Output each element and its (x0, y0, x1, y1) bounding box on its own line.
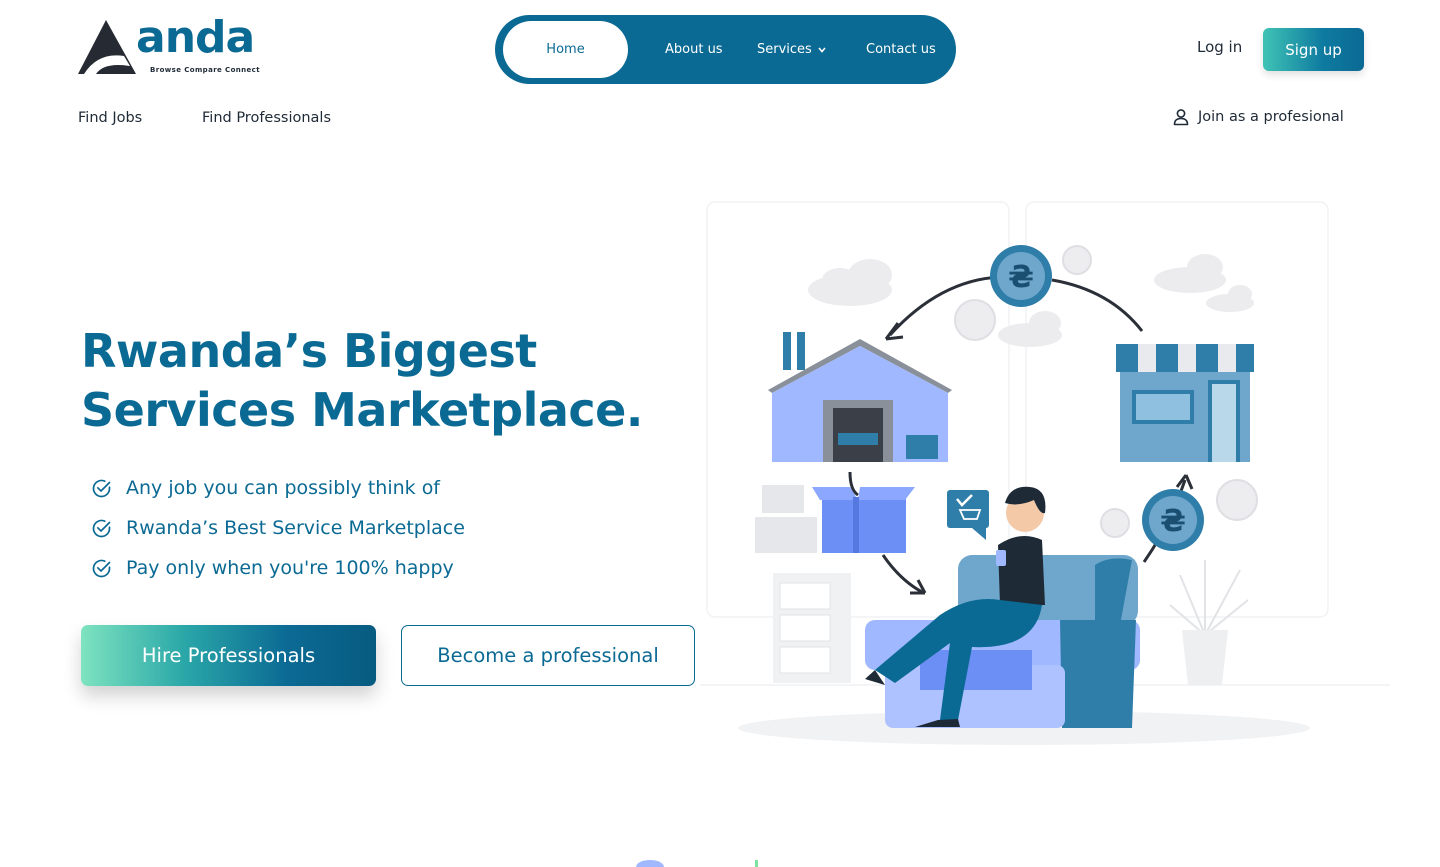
login-link[interactable]: Log in (1197, 38, 1242, 56)
feature-text: Rwanda’s Best Service Marketplace (126, 517, 465, 539)
svg-text:₴: ₴ (1160, 504, 1186, 539)
hero-title-line1: Rwanda’s Biggest (81, 324, 537, 378)
nav-services-label: Services (757, 42, 812, 57)
hero-title: Rwanda’s Biggest Services Marketplace. (81, 322, 701, 440)
check-circle-icon (92, 479, 111, 497)
nav-about-us[interactable]: About us (665, 15, 723, 84)
user-icon (1173, 109, 1189, 126)
main-nav: Home About us Services Contact us (495, 15, 956, 84)
hire-professionals-button[interactable]: Hire Professionals (81, 625, 376, 686)
feature-item: Rwanda’s Best Service Marketplace (91, 508, 465, 548)
chevron-down-icon (818, 46, 826, 56)
check-circle-icon (92, 559, 111, 577)
svg-text:₴: ₴ (1008, 260, 1034, 295)
nav-contact-us[interactable]: Contact us (866, 15, 936, 84)
nav-home[interactable]: Home (503, 21, 628, 78)
logo-tagline: Browse Compare Connect (150, 66, 260, 74)
feature-list: Any job you can possibly think of Rwanda… (91, 468, 465, 588)
hero-title-line2: Services Marketplace. (81, 383, 643, 437)
marketplace-illustration: ₴ ₴ (700, 201, 1390, 745)
become-professional-button[interactable]: Become a professional (401, 625, 695, 686)
check-circle-icon (92, 519, 111, 537)
find-professionals-link[interactable]: Find Professionals (202, 110, 331, 126)
find-jobs-link[interactable]: Find Jobs (78, 110, 142, 126)
feature-text: Pay only when you're 100% happy (126, 557, 454, 579)
join-as-professional-label: Join as a profesional (1198, 109, 1344, 125)
feature-item: Pay only when you're 100% happy (91, 548, 465, 588)
logo-mark-icon (78, 20, 136, 74)
feature-item: Any job you can possibly think of (91, 468, 465, 508)
signup-button[interactable]: Sign up (1263, 28, 1364, 71)
join-as-professional-link[interactable]: Join as a profesional (1172, 108, 1344, 126)
feature-text: Any job you can possibly think of (126, 477, 441, 499)
nav-services[interactable]: Services (757, 15, 826, 84)
logo-wordmark: anda (136, 12, 255, 63)
section-peek (636, 860, 758, 867)
brand-logo[interactable]: anda Browse Compare Connect (78, 12, 260, 76)
